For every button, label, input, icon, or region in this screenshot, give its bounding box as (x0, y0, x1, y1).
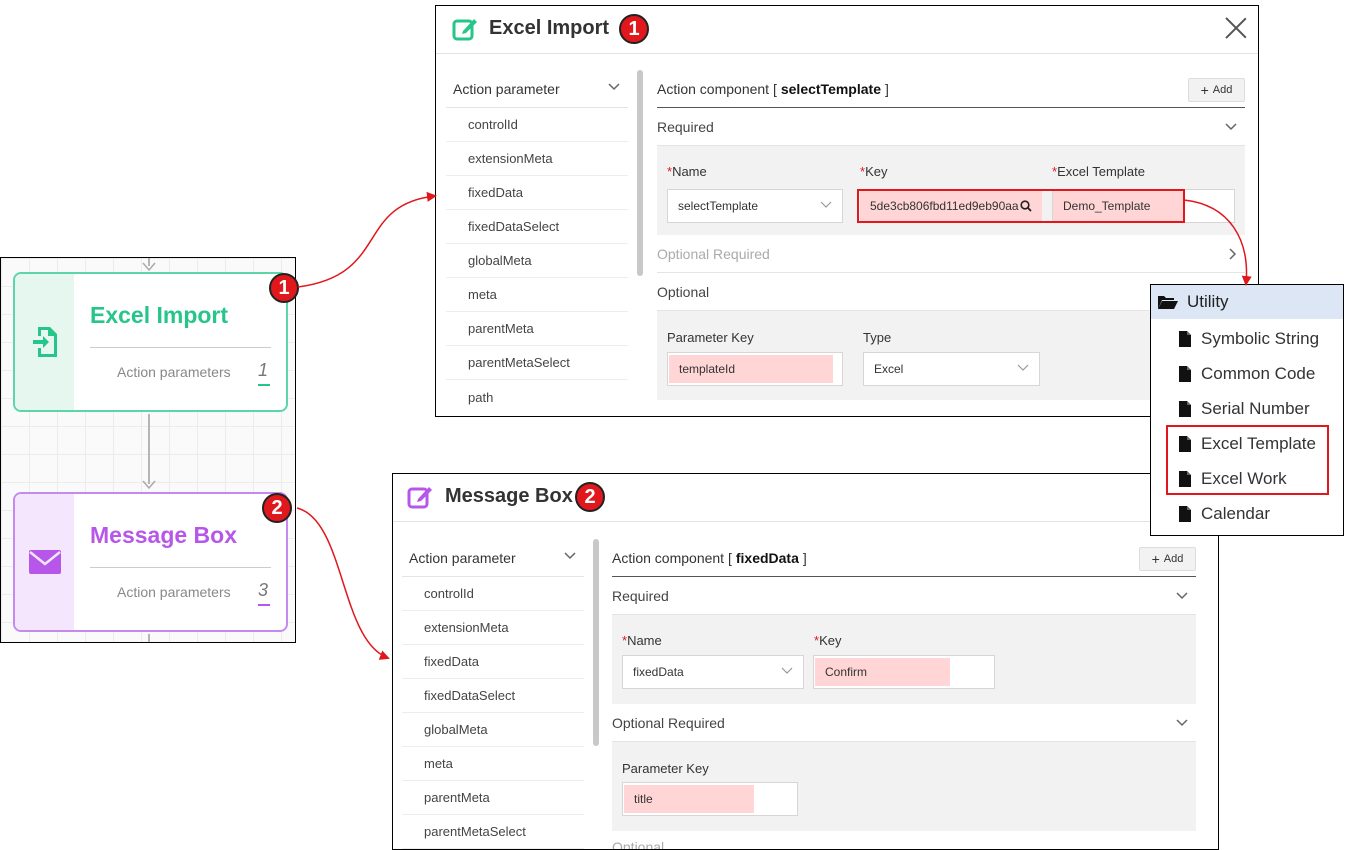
callout-arrow-1 (297, 191, 437, 288)
callout-arrows (296, 191, 1252, 660)
callout-arrow-3 (1183, 199, 1252, 286)
callout-arrow-2 (296, 507, 390, 660)
